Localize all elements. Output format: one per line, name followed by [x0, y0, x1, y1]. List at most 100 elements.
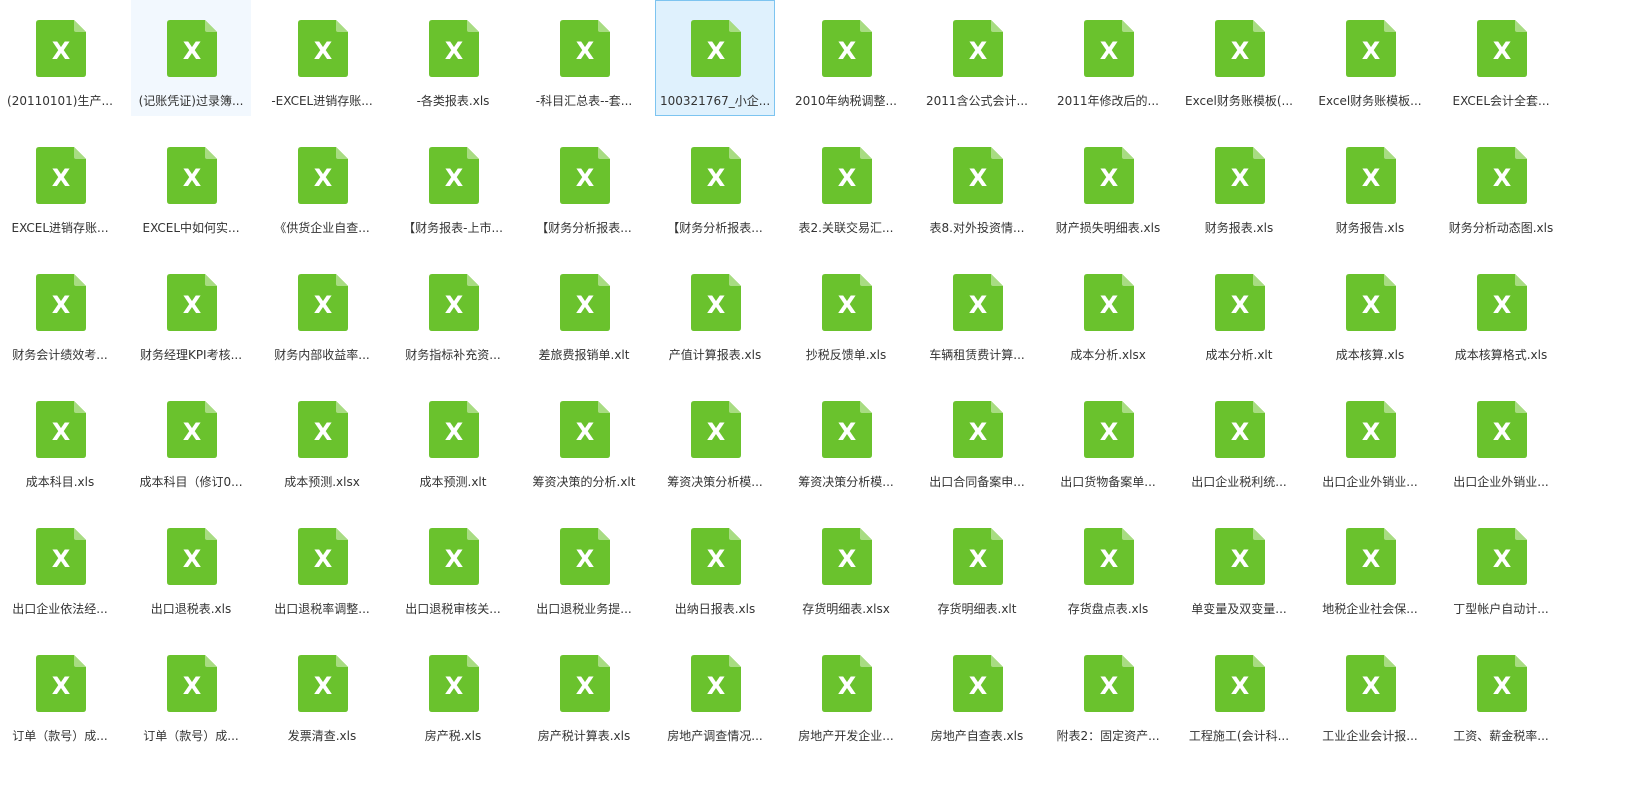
file-name-label: 财务会计绩效考... — [12, 348, 108, 362]
file-item[interactable]: X 100321767_小企... — [655, 0, 775, 116]
file-item[interactable]: X 成本科目.xls — [0, 381, 120, 497]
svg-text:X: X — [838, 418, 857, 446]
excel-file-icon: X — [429, 401, 479, 458]
file-item[interactable]: X 存货明细表.xlsx — [786, 508, 906, 624]
file-item[interactable]: X 存货盘点表.xls — [1048, 508, 1168, 624]
svg-text:X: X — [1493, 545, 1512, 573]
file-item[interactable]: X 产值计算报表.xls — [655, 254, 775, 370]
excel-file-icon: X — [822, 20, 872, 77]
file-item[interactable]: X EXCEL会计全套... — [1441, 0, 1561, 116]
file-name-label: EXCEL会计全套... — [1452, 94, 1550, 108]
svg-text:X: X — [314, 37, 333, 65]
file-item[interactable]: X 【财务分析报表... — [524, 127, 644, 243]
file-item[interactable]: X 订单（款号）成... — [131, 635, 251, 751]
file-item[interactable]: X 财产损失明细表.xls — [1048, 127, 1168, 243]
svg-text:X: X — [707, 164, 726, 192]
file-item[interactable]: X 附表2：固定资产... — [1048, 635, 1168, 751]
excel-file-icon: X — [36, 655, 86, 712]
file-item[interactable]: X 筹资决策分析模... — [655, 381, 775, 497]
file-item[interactable]: X 【财务报表-上市... — [393, 127, 513, 243]
file-name-label: EXCEL进销存账... — [11, 221, 109, 235]
file-name-label: Excel财务账模板(... — [1185, 94, 1293, 108]
excel-file-icon: X — [1215, 20, 1265, 77]
file-item[interactable]: X 筹资决策分析模... — [786, 381, 906, 497]
file-item[interactable]: X 【财务分析报表... — [655, 127, 775, 243]
file-item[interactable]: X 出口企业依法经... — [0, 508, 120, 624]
file-item[interactable]: X 存货明细表.xlt — [917, 508, 1037, 624]
file-item[interactable]: X 财务指标补充资... — [393, 254, 513, 370]
svg-text:X: X — [314, 672, 333, 700]
file-item[interactable]: X EXCEL进销存账... — [0, 127, 120, 243]
file-item[interactable]: X 发票清查.xls — [262, 635, 382, 751]
file-item[interactable]: X 成本核算格式.xls — [1441, 254, 1561, 370]
file-item[interactable]: X (20110101)生产... — [0, 0, 120, 116]
file-item[interactable]: X 出口企业税利统... — [1179, 381, 1299, 497]
file-item[interactable]: X 财务内部收益率... — [262, 254, 382, 370]
file-item[interactable]: X 财务报表.xls — [1179, 127, 1299, 243]
file-item[interactable]: X 车辆租赁费计算... — [917, 254, 1037, 370]
file-name-label: 出口企业外销业... — [1453, 475, 1549, 489]
excel-file-icon: X — [560, 655, 610, 712]
file-item[interactable]: X Excel财务账模板... — [1310, 0, 1430, 116]
file-item[interactable]: X 出口退税业务提... — [524, 508, 644, 624]
file-item[interactable]: X 工资、薪金税率... — [1441, 635, 1561, 751]
file-name-label: 出口退税表.xls — [150, 602, 232, 616]
file-item[interactable]: X -科目汇总表--套... — [524, 0, 644, 116]
file-item[interactable]: X 出口退税率调整... — [262, 508, 382, 624]
file-item[interactable]: X 出口货物备案单... — [1048, 381, 1168, 497]
file-item[interactable]: X 工程施工(会计科... — [1179, 635, 1299, 751]
file-item[interactable]: X (记账凭证)过录簿... — [131, 0, 251, 116]
file-item[interactable]: X 2011年修改后的... — [1048, 0, 1168, 116]
file-name-label: 【财务报表-上市... — [403, 221, 503, 235]
file-item[interactable]: X 出口合同备案申... — [917, 381, 1037, 497]
file-item[interactable]: X 房地产自查表.xls — [917, 635, 1037, 751]
file-item[interactable]: X 2010年纳税调整... — [786, 0, 906, 116]
excel-file-icon: X — [1084, 20, 1134, 77]
file-name-label: (20110101)生产... — [7, 94, 113, 108]
file-item[interactable]: X 房地产调查情况... — [655, 635, 775, 751]
file-item[interactable]: X -EXCEL进销存账... — [262, 0, 382, 116]
file-item[interactable]: X 房产税.xls — [393, 635, 513, 751]
file-item[interactable]: X 财务会计绩效考... — [0, 254, 120, 370]
file-item[interactable]: X 成本预测.xlt — [393, 381, 513, 497]
excel-file-icon: X — [822, 528, 872, 585]
file-item[interactable]: X 成本分析.xlsx — [1048, 254, 1168, 370]
file-item[interactable]: X 筹资决策的分析.xlt — [524, 381, 644, 497]
svg-text:X: X — [445, 672, 464, 700]
file-item[interactable]: X 抄税反馈单.xls — [786, 254, 906, 370]
file-item[interactable]: X 《供货企业自查... — [262, 127, 382, 243]
file-item[interactable]: X 成本核算.xls — [1310, 254, 1430, 370]
excel-file-icon: X — [298, 147, 348, 204]
excel-file-icon: X — [1477, 655, 1527, 712]
file-name-label: 丁型帐户自动计... — [1453, 602, 1549, 616]
file-item[interactable]: X -各类报表.xls — [393, 0, 513, 116]
file-name-label: 房地产自查表.xls — [930, 729, 1024, 743]
file-item[interactable]: X 成本预测.xlsx — [262, 381, 382, 497]
file-item[interactable]: X 工业企业会计报... — [1310, 635, 1430, 751]
file-item[interactable]: X 财务报告.xls — [1310, 127, 1430, 243]
file-item[interactable]: X 出口退税表.xls — [131, 508, 251, 624]
file-item[interactable]: X 房产税计算表.xls — [524, 635, 644, 751]
file-item[interactable]: X 出口企业外销业... — [1441, 381, 1561, 497]
file-item[interactable]: X 财务分析动态图.xls — [1441, 127, 1561, 243]
excel-file-icon: X — [1215, 274, 1265, 331]
file-item[interactable]: X 2011含公式会计... — [917, 0, 1037, 116]
file-item[interactable]: X 订单（款号）成... — [0, 635, 120, 751]
file-item[interactable]: X 出口企业外销业... — [1310, 381, 1430, 497]
file-item[interactable]: X 成本科目（修订0... — [131, 381, 251, 497]
file-item[interactable]: X 差旅费报销单.xlt — [524, 254, 644, 370]
file-item[interactable]: X 表8.对外投资情... — [917, 127, 1037, 243]
file-item[interactable]: X 丁型帐户自动计... — [1441, 508, 1561, 624]
file-item[interactable]: X 出纳日报表.xls — [655, 508, 775, 624]
file-item[interactable]: X 财务经理KPI考核... — [131, 254, 251, 370]
file-item[interactable]: X 表2.关联交易汇... — [786, 127, 906, 243]
file-name-label: 筹资决策的分析.xlt — [532, 475, 636, 489]
file-item[interactable]: X 单变量及双变量... — [1179, 508, 1299, 624]
file-item[interactable]: X 出口退税审核关... — [393, 508, 513, 624]
file-name-label: 工资、薪金税率... — [1453, 729, 1549, 743]
file-item[interactable]: X 房地产开发企业... — [786, 635, 906, 751]
file-item[interactable]: X 成本分析.xlt — [1179, 254, 1299, 370]
file-item[interactable]: X Excel财务账模板(... — [1179, 0, 1299, 116]
file-item[interactable]: X EXCEL中如何实... — [131, 127, 251, 243]
file-item[interactable]: X 地税企业社会保... — [1310, 508, 1430, 624]
